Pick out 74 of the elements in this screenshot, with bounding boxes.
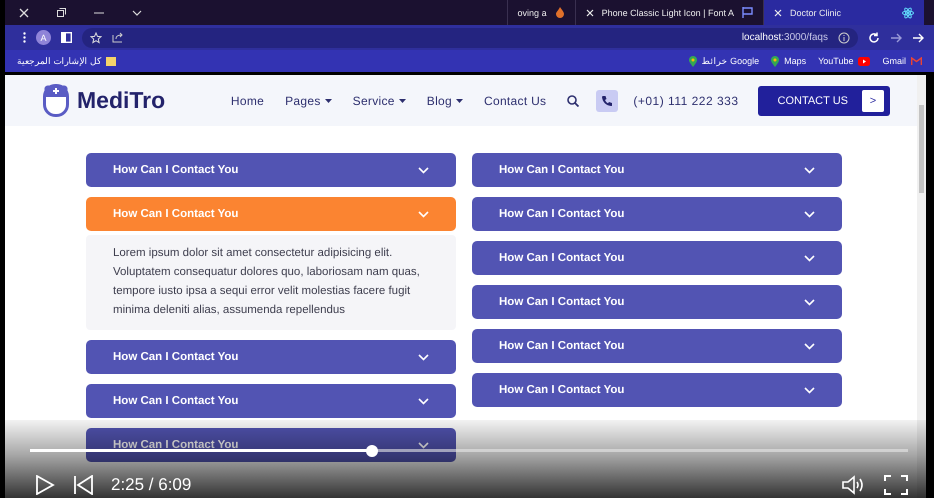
skip-back-icon[interactable]: [73, 475, 93, 495]
sidebar-icon[interactable]: [61, 32, 72, 43]
chevron-down-icon: [418, 442, 429, 448]
envelope-icon: [911, 57, 922, 65]
restore-icon[interactable]: [57, 8, 66, 17]
chevron-down-icon: [418, 166, 429, 174]
logo-text: MediTro: [77, 87, 166, 114]
faq-question[interactable]: How Can I Contact You: [472, 373, 842, 407]
close-icon[interactable]: [19, 8, 29, 18]
faq-question[interactable]: How Can I Contact You: [86, 384, 456, 418]
caret-icon: [398, 98, 406, 102]
chevron-down-icon: [418, 210, 429, 218]
chevron-down-icon[interactable]: [132, 10, 142, 16]
fullscreen-icon[interactable]: [884, 475, 908, 495]
star-icon[interactable]: [90, 32, 102, 44]
menu-icon[interactable]: [23, 32, 26, 43]
browser-tab[interactable]: Doctor Clinic: [763, 0, 924, 25]
faq-answer: Lorem ipsum dolor sit amet consectetur adipisicing elit. Voluptatem consequatur dolores quo, laboriosam nam quas, tempore iusto ipsa a sequi error velit molestias facere fugit minima deleniti alias, assumenda repellendus: [86, 235, 456, 330]
play-icon: [858, 56, 870, 66]
map-pin-icon: [688, 56, 697, 66]
faq-question[interactable]: How Can I Contact You: [472, 285, 842, 319]
tab-title: oving a: [518, 8, 547, 18]
close-icon[interactable]: [774, 8, 782, 16]
playback-time: 2:25 / 6:09: [111, 475, 192, 495]
caret-icon: [456, 98, 463, 102]
chevron-down-icon: [804, 342, 815, 350]
caret-icon: [324, 98, 332, 102]
address-bar[interactable]: localhost:3000/faqs: [82, 28, 858, 48]
phone-icon: [596, 90, 618, 112]
faq-question[interactable]: How Can I Contact You: [86, 153, 456, 187]
nav-link[interactable]: Contact Us: [484, 94, 546, 108]
faq-question[interactable]: How Can I Contact You: [472, 153, 842, 187]
chevron-down-icon: [804, 386, 815, 394]
volume-icon[interactable]: [842, 475, 866, 495]
contact-us-button[interactable]: CONTACT US >: [758, 86, 890, 116]
nav-link[interactable]: Home: [230, 94, 264, 108]
faq-question[interactable]: How Can I Contact You: [472, 329, 842, 363]
share-icon[interactable]: [112, 32, 124, 43]
chevron-down-icon: [804, 166, 815, 174]
chevron-down-icon: [418, 354, 429, 360]
faq-question[interactable]: How Can I Contact You: [472, 197, 842, 231]
minimize-icon[interactable]: [94, 12, 104, 14]
info-icon[interactable]: [838, 32, 850, 44]
faq-question[interactable]: How Can I Contact You: [472, 241, 842, 275]
folder-icon: [106, 56, 116, 66]
play-icon[interactable]: [35, 475, 55, 495]
bookmark-link[interactable]: YouTube: [818, 56, 854, 66]
phone-number: (+01) 111 222 333: [633, 94, 738, 108]
chevron-down-icon: [804, 298, 815, 306]
chevron-down-icon: [804, 210, 815, 218]
close-icon[interactable]: [586, 8, 594, 16]
faq-question[interactable]: How Can I Contact You: [86, 428, 456, 462]
faq-question[interactable]: How Can I Contact You: [86, 340, 456, 374]
url-text: localhost:3000/faqs: [742, 32, 828, 43]
bookmark-link[interactable]: Gmail: [882, 56, 906, 66]
tab-title: Doctor Clinic: [790, 8, 842, 18]
nav-link[interactable]: Service: [352, 94, 406, 108]
chevron-down-icon: [418, 398, 429, 404]
bookmark-link[interactable]: Maps: [784, 56, 806, 66]
search-icon[interactable]: [567, 94, 580, 106]
forward-icon[interactable]: [890, 32, 902, 44]
tab-title: Phone Classic Light Icon | Font A: [602, 8, 734, 18]
atom-icon: [902, 6, 914, 18]
flame-icon: [554, 7, 565, 18]
nav-link[interactable]: Pages: [285, 94, 332, 108]
nav-link[interactable]: Blog: [426, 94, 463, 108]
reload-icon[interactable]: [868, 32, 880, 44]
chevron-down-icon: [804, 254, 815, 262]
bookmark-folder[interactable]: كل الإشارات المرجعية: [17, 56, 102, 66]
bookmark-link[interactable]: خرائط Google: [702, 56, 760, 66]
logo-icon: [43, 84, 69, 117]
map-pin-icon: [771, 56, 780, 66]
flag-icon: [742, 7, 753, 18]
back-icon[interactable]: [912, 32, 924, 44]
